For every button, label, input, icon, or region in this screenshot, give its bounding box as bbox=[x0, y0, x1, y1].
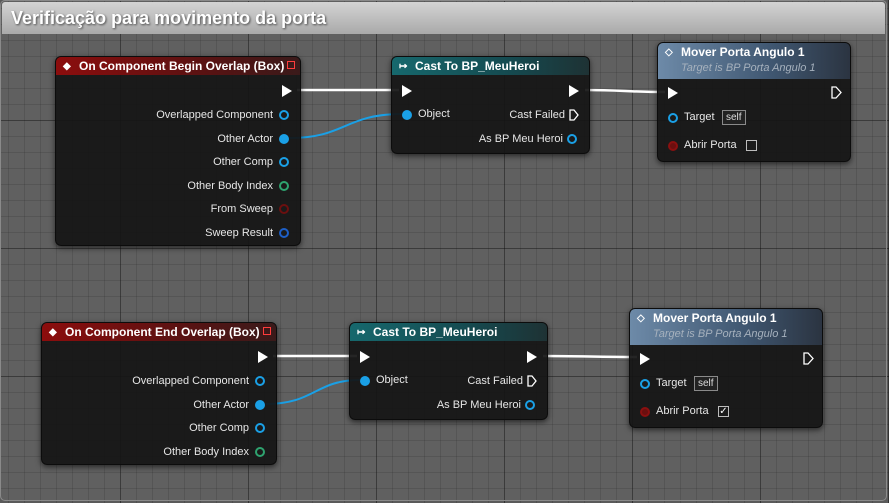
exec-in-pin[interactable] bbox=[360, 351, 370, 363]
mover-porta-begin-header[interactable]: ◇ Mover Porta Angulo 1 Target is BP Port… bbox=[658, 43, 850, 79]
target-label: Target bbox=[656, 377, 687, 389]
pin-label-other-actor: Other Actor bbox=[193, 399, 249, 411]
event-end-overlap-node[interactable]: ◆ On Component End Overlap (Box) Overlap… bbox=[41, 322, 277, 465]
mover-porta-begin-node[interactable]: ◇ Mover Porta Angulo 1 Target is BP Port… bbox=[657, 42, 851, 162]
as-hero-pin[interactable] bbox=[525, 400, 535, 410]
abrir-porta-checkbox[interactable]: ✓ bbox=[718, 406, 729, 417]
cast-failed-label: Cast Failed bbox=[509, 109, 565, 121]
pin-label-sweep-result: Sweep Result bbox=[205, 227, 273, 239]
sweep-result-pin[interactable] bbox=[279, 228, 289, 238]
target-pin[interactable] bbox=[668, 113, 678, 123]
other-actor-pin[interactable] bbox=[279, 134, 289, 144]
exec-wire-2 bbox=[584, 88, 666, 94]
other-comp-pin[interactable] bbox=[279, 157, 289, 167]
pin-label-overlapped-component: Overlapped Component bbox=[132, 375, 249, 387]
event-begin-overlap-node[interactable]: ◆ On Component Begin Overlap (Box) Overl… bbox=[55, 56, 301, 246]
pin-label-overlapped-component: Overlapped Component bbox=[156, 109, 273, 121]
from-sweep-pin[interactable] bbox=[279, 204, 289, 214]
mover-porta-end-header[interactable]: ◇ Mover Porta Angulo 1 Target is BP Port… bbox=[630, 309, 822, 345]
object-wire-2 bbox=[265, 379, 361, 405]
pin-label-other-body-index: Other Body Index bbox=[163, 446, 249, 458]
other-body-index-pin[interactable] bbox=[255, 447, 265, 457]
object-label: Object bbox=[418, 108, 450, 120]
exec-out-pin[interactable] bbox=[569, 85, 579, 97]
exec-out-pin[interactable] bbox=[803, 352, 814, 365]
abrir-porta-checkbox[interactable] bbox=[746, 140, 757, 151]
abrir-porta-pin[interactable] bbox=[668, 141, 678, 151]
pin-label-other-actor: Other Actor bbox=[217, 133, 273, 145]
object-wire-1 bbox=[289, 113, 403, 139]
self-tag: self bbox=[722, 110, 746, 125]
exec-out-pin[interactable] bbox=[258, 351, 268, 363]
cast-arrow-icon: ↦ bbox=[399, 61, 408, 72]
function-diamond-icon: ◇ bbox=[665, 47, 673, 58]
function-diamond-icon: ◇ bbox=[637, 313, 645, 324]
function-title: Mover Porta Angulo 1 bbox=[653, 311, 777, 325]
exec-in-pin[interactable] bbox=[640, 353, 650, 365]
cast-failed-label: Cast Failed bbox=[467, 375, 523, 387]
exec-in-pin[interactable] bbox=[402, 85, 412, 97]
event-diamond-icon: ◆ bbox=[63, 61, 71, 72]
abrir-porta-pin[interactable] bbox=[640, 407, 650, 417]
event-end-header[interactable]: ◆ On Component End Overlap (Box) bbox=[42, 323, 276, 341]
abrir-porta-label: Abrir Porta bbox=[684, 139, 737, 151]
object-label: Object bbox=[376, 374, 408, 386]
exec-out-pin[interactable] bbox=[527, 351, 537, 363]
event-begin-title: On Component Begin Overlap (Box) bbox=[79, 59, 285, 73]
cast-arrow-icon: ↦ bbox=[357, 327, 366, 338]
delegate-pin-icon[interactable] bbox=[263, 327, 271, 335]
exec-wire-4 bbox=[542, 354, 638, 359]
function-title: Mover Porta Angulo 1 bbox=[681, 45, 805, 59]
cast-failed-exec-pin[interactable] bbox=[527, 375, 537, 387]
function-subtitle: Target is BP Porta Angulo 1 bbox=[653, 328, 788, 340]
pin-label-other-comp: Other Comp bbox=[213, 156, 273, 168]
cast-end-node[interactable]: ↦ Cast To BP_MeuHeroi Object Cast Failed… bbox=[349, 322, 548, 420]
self-tag: self bbox=[694, 376, 718, 391]
other-body-index-pin[interactable] bbox=[279, 181, 289, 191]
exec-in-pin[interactable] bbox=[668, 87, 678, 99]
cast-begin-header[interactable]: ↦ Cast To BP_MeuHeroi bbox=[392, 57, 589, 75]
function-subtitle: Target is BP Porta Angulo 1 bbox=[681, 62, 816, 74]
other-actor-pin[interactable] bbox=[255, 400, 265, 410]
target-pin[interactable] bbox=[640, 379, 650, 389]
exec-out-pin[interactable] bbox=[831, 86, 842, 99]
as-hero-label: As BP Meu Heroi bbox=[478, 133, 563, 145]
as-hero-pin[interactable] bbox=[567, 134, 577, 144]
event-begin-header[interactable]: ◆ On Component Begin Overlap (Box) bbox=[56, 57, 300, 75]
abrir-porta-label: Abrir Porta bbox=[656, 405, 709, 417]
as-hero-label: As BP Meu Heroi bbox=[436, 399, 521, 411]
overlapped-component-pin[interactable] bbox=[279, 110, 289, 120]
event-diamond-icon: ◆ bbox=[49, 327, 57, 338]
cast-failed-exec-pin[interactable] bbox=[569, 109, 579, 121]
pin-label-other-body-index: Other Body Index bbox=[187, 180, 273, 192]
object-in-pin[interactable] bbox=[360, 376, 370, 386]
object-in-pin[interactable] bbox=[402, 110, 412, 120]
event-end-title: On Component End Overlap (Box) bbox=[65, 325, 260, 339]
cast-begin-title: Cast To BP_MeuHeroi bbox=[415, 59, 540, 73]
overlapped-component-pin[interactable] bbox=[255, 376, 265, 386]
pin-label-from-sweep: From Sweep bbox=[210, 203, 273, 215]
pin-label-other-comp: Other Comp bbox=[189, 422, 249, 434]
mover-porta-end-node[interactable]: ◇ Mover Porta Angulo 1 Target is BP Port… bbox=[629, 308, 823, 428]
exec-out-pin[interactable] bbox=[282, 85, 292, 97]
cast-end-header[interactable]: ↦ Cast To BP_MeuHeroi bbox=[350, 323, 547, 341]
other-comp-pin[interactable] bbox=[255, 423, 265, 433]
target-label: Target bbox=[684, 111, 715, 123]
delegate-pin-icon[interactable] bbox=[287, 61, 295, 69]
cast-begin-node[interactable]: ↦ Cast To BP_MeuHeroi Object Cast Failed… bbox=[391, 56, 590, 154]
cast-end-title: Cast To BP_MeuHeroi bbox=[373, 325, 498, 339]
